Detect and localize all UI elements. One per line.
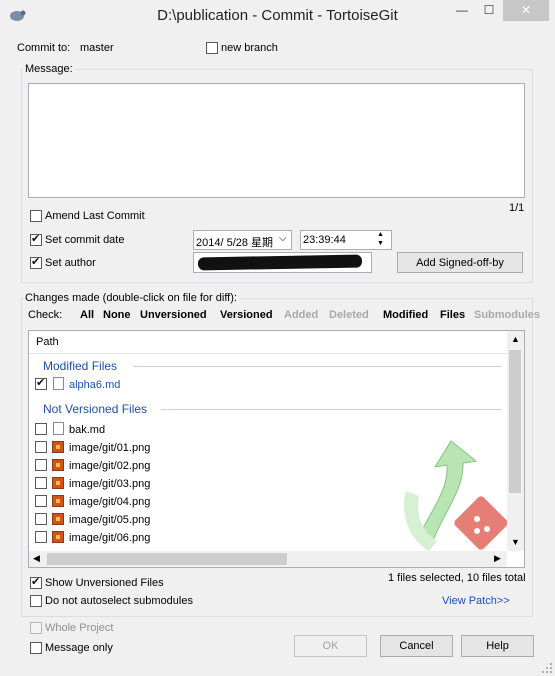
image-file-icon — [52, 459, 64, 471]
help-button[interactable]: Help — [461, 635, 534, 657]
check-label: Check: — [28, 309, 63, 321]
set-author-label: Set author — [45, 257, 96, 269]
whole-project-checkbox[interactable] — [30, 622, 42, 634]
message-label: Message: — [23, 63, 75, 75]
path-column-header: Path — [36, 336, 59, 348]
image-file-icon — [52, 495, 64, 507]
document-icon — [53, 422, 64, 435]
modified-files-divider — [133, 366, 501, 367]
set-commit-date-label: Set commit date — [45, 234, 125, 246]
time-spinner[interactable]: 23:39:44 ▲ ▼ — [300, 230, 392, 250]
new-branch-checkbox[interactable] — [206, 42, 218, 54]
vertical-scrollbar[interactable]: ▲ ▼ — [507, 331, 524, 551]
file-checkbox[interactable] — [35, 423, 47, 435]
message-counter: 1/1 — [509, 202, 525, 214]
author-redaction — [197, 254, 363, 271]
not-versioned-divider — [161, 409, 501, 410]
new-branch-label: new branch — [221, 42, 278, 54]
date-value: 2014/ 5/28 星期 — [196, 237, 274, 249]
show-unversioned-checkbox[interactable] — [30, 575, 42, 589]
file-name[interactable]: alpha6.md — [69, 379, 120, 391]
date-picker[interactable]: 2014/ 5/28 星期 ⌵ — [193, 230, 292, 250]
scroll-up-icon[interactable]: ▲ — [511, 334, 520, 344]
file-checkbox[interactable] — [35, 477, 47, 489]
tortoisegit-watermark-icon — [403, 440, 507, 551]
file-name[interactable]: image/git/05.png — [69, 514, 150, 526]
file-checkbox[interactable] — [35, 495, 47, 507]
modified-files-header: Modified Files — [43, 359, 118, 373]
file-checkbox[interactable] — [35, 459, 47, 471]
message-only-checkbox[interactable] — [30, 642, 42, 654]
check-added-link[interactable]: Added — [284, 309, 318, 321]
spin-up-icon[interactable]: ▲ — [377, 231, 384, 238]
scroll-left-icon[interactable]: ◀ — [33, 553, 40, 564]
file-list[interactable]: Path Modified Files alpha6.md Not Versio… — [28, 330, 525, 568]
image-file-icon — [52, 441, 64, 453]
view-patch-link[interactable]: View Patch>> — [442, 595, 510, 607]
file-checkbox[interactable] — [35, 531, 47, 543]
message-only-label: Message only — [45, 642, 113, 654]
title-bar: D:\publication - Commit - TortoiseGit — … — [0, 0, 555, 32]
document-icon — [53, 377, 64, 390]
set-commit-date-checkbox[interactable] — [30, 232, 42, 246]
image-file-icon — [52, 477, 64, 489]
chevron-down-icon: ⌵ — [279, 233, 287, 244]
close-button[interactable]: ✕ — [503, 0, 549, 21]
vertical-scroll-thumb[interactable] — [509, 350, 521, 493]
check-all-link[interactable]: All — [80, 309, 94, 321]
file-name[interactable]: image/git/03.png — [69, 478, 150, 490]
commit-to-label: Commit to: — [17, 42, 71, 54]
check-none-link[interactable]: None — [103, 309, 131, 321]
scroll-right-icon[interactable]: ▶ — [494, 553, 501, 564]
spin-down-icon[interactable]: ▼ — [377, 240, 384, 247]
file-checkbox[interactable] — [35, 441, 47, 453]
selection-status: 1 files selected, 10 files total — [388, 572, 526, 584]
amend-label: Amend Last Commit — [45, 210, 145, 222]
add-signed-off-by-button[interactable]: Add Signed-off-by — [397, 252, 523, 273]
scroll-down-icon[interactable]: ▼ — [511, 537, 520, 547]
not-versioned-header: Not Versioned Files — [43, 402, 148, 416]
file-name[interactable]: image/git/06.png — [69, 532, 150, 544]
image-file-icon — [52, 513, 64, 525]
check-versioned-link[interactable]: Versioned — [220, 309, 273, 321]
file-checkbox[interactable] — [35, 376, 47, 390]
file-checkbox[interactable] — [35, 513, 47, 525]
branch-name: master — [80, 42, 114, 54]
list-header[interactable]: Path — [29, 331, 507, 354]
check-unversioned-link[interactable]: Unversioned — [140, 309, 207, 321]
horizontal-scroll-thumb[interactable] — [47, 553, 287, 565]
file-name[interactable]: image/git/02.png — [69, 460, 150, 472]
minimize-button[interactable]: — — [449, 0, 475, 21]
no-autoselect-label: Do not autoselect submodules — [45, 595, 193, 607]
show-unversioned-label: Show Unversioned Files — [45, 577, 164, 589]
file-name[interactable]: image/git/01.png — [69, 442, 150, 454]
check-modified-link[interactable]: Modified — [383, 309, 428, 321]
file-name[interactable]: image/git/04.png — [69, 496, 150, 508]
time-value: 23:39:44 — [303, 234, 346, 246]
resize-grip-icon[interactable] — [541, 662, 553, 674]
whole-project-label: Whole Project — [45, 622, 114, 634]
ok-button[interactable]: OK — [294, 635, 367, 657]
file-name[interactable]: bak.md — [69, 424, 105, 436]
check-files-link[interactable]: Files — [440, 309, 465, 321]
no-autoselect-checkbox[interactable] — [30, 595, 42, 607]
check-submodules-link[interactable]: Submodules — [474, 309, 540, 321]
message-textarea[interactable] — [28, 83, 525, 198]
changes-label: Changes made (double-click on file for d… — [23, 292, 239, 304]
check-deleted-link[interactable]: Deleted — [329, 309, 369, 321]
amend-checkbox[interactable] — [30, 210, 42, 222]
set-author-checkbox[interactable] — [30, 255, 42, 269]
horizontal-scrollbar[interactable]: ◀ ▶ — [29, 551, 507, 567]
image-file-icon — [52, 531, 64, 543]
author-field[interactable] — [193, 252, 372, 273]
maximize-button[interactable]: ☐ — [476, 0, 502, 21]
cancel-button[interactable]: Cancel — [380, 635, 453, 657]
